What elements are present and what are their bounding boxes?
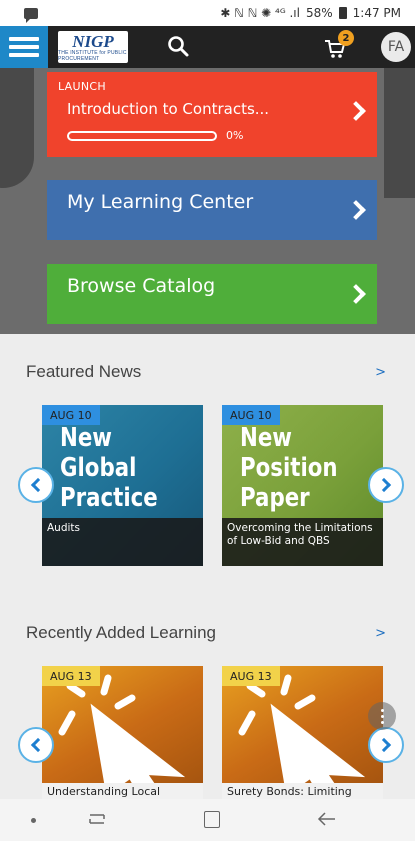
user-avatar[interactable]: FA [381, 32, 411, 62]
course-progress-bar [67, 131, 217, 141]
news-card[interactable]: AUG 10 New Global Practice Audits [42, 405, 203, 566]
chevron-left-icon [30, 477, 46, 493]
clock: 1:47 PM [352, 6, 401, 20]
course-title: Introduction to Contracts... [67, 100, 270, 118]
learning-caption: Understanding Local [42, 783, 203, 799]
news-caption: Audits [42, 518, 203, 566]
status-right: ✱ ℕ ℕ ✺ ⁴ᴳ .ıl 58% 1:47 PM [220, 6, 401, 20]
chevron-left-icon [30, 737, 46, 753]
learning-date-badge: AUG 13 [222, 666, 280, 686]
browse-catalog-tile[interactable]: Browse Catalog [47, 264, 377, 324]
dot-icon [380, 708, 384, 712]
news-image-line: Paper [240, 483, 310, 513]
news-image-line: Position [240, 453, 338, 483]
search-button[interactable] [166, 34, 190, 58]
chevron-right-icon [376, 737, 392, 753]
system-nav-bar [0, 799, 415, 841]
battery-icon [338, 7, 347, 19]
chevron-right-icon [346, 200, 366, 220]
recently-added-more-link[interactable]: > [375, 626, 386, 641]
cart-count-badge: 2 [338, 30, 354, 46]
dot-icon [380, 720, 384, 724]
home-icon[interactable] [204, 811, 220, 828]
hero-banner: LAUNCH Introduction to Contracts... 0% M… [0, 68, 415, 334]
learning-card[interactable]: AUG 13 Understanding Local [42, 666, 203, 799]
app-header: NIGP THE INSTITUTE for PUBLIC PROCUREMEN… [0, 26, 415, 68]
news-prev-button[interactable] [18, 467, 54, 503]
recent-apps-icon[interactable] [88, 810, 106, 828]
news-image-line: New [60, 423, 113, 453]
hamburger-icon-line [9, 53, 39, 57]
news-image-line: Global [60, 453, 137, 483]
course-progress-label: 0% [226, 129, 244, 142]
news-image-text: New Global Practice [60, 423, 158, 513]
learning-date-badge: AUG 13 [42, 666, 100, 686]
launch-label: LAUNCH [58, 80, 106, 93]
learning-caption: Surety Bonds: Limiting Risk [222, 783, 383, 799]
featured-news-more-link[interactable]: > [375, 365, 386, 380]
message-notification-icon [24, 7, 38, 23]
launch-course-tile[interactable]: LAUNCH Introduction to Contracts... 0% [47, 72, 377, 157]
learning-card[interactable]: AUG 13 Surety Bonds: Limiting Risk [222, 666, 383, 799]
my-learning-center-tile[interactable]: My Learning Center [47, 180, 377, 240]
recently-added-title: Recently Added Learning [26, 623, 216, 642]
nav-dot-icon[interactable] [31, 818, 36, 823]
status-left [24, 7, 38, 23]
search-icon [168, 36, 189, 57]
chevron-right-icon [376, 477, 392, 493]
news-date-badge: AUG 10 [42, 405, 100, 425]
cart-button[interactable]: 2 [324, 30, 354, 60]
recently-added-header: Recently Added Learning > [26, 623, 386, 643]
news-image-line: New [240, 423, 293, 453]
news-next-button[interactable] [368, 467, 404, 503]
hamburger-icon-line [9, 45, 39, 49]
news-card[interactable]: AUG 10 New Position Paper Overcoming the… [222, 405, 383, 566]
news-image-line: Practice [60, 483, 158, 513]
more-options-icon[interactable] [368, 702, 396, 730]
nigp-logo[interactable]: NIGP THE INSTITUTE for PUBLIC PROCUREMEN… [58, 31, 128, 63]
browse-catalog-label: Browse Catalog [67, 275, 216, 297]
logo-subtitle: THE INSTITUTE for PUBLIC PROCUREMENT [58, 49, 127, 62]
battery-percent: 58% [305, 6, 333, 20]
back-icon[interactable] [317, 810, 337, 828]
hamburger-icon [9, 37, 39, 41]
news-date-badge: AUG 10 [222, 405, 280, 425]
chevron-right-icon [346, 101, 366, 121]
news-image-text: New Position Paper [240, 423, 338, 513]
chevron-right-icon [346, 284, 366, 304]
logo-mark: NIGP [72, 31, 114, 51]
status-icons: ✱ ℕ ℕ ✺ ⁴ᴳ .ıl [220, 6, 300, 20]
learning-next-button[interactable] [368, 727, 404, 763]
my-learning-center-label: My Learning Center [67, 191, 254, 213]
featured-news-header: Featured News > [26, 362, 386, 382]
news-caption: Overcoming the Limitations of Low-Bid an… [222, 518, 383, 566]
status-bar: ✱ ℕ ℕ ✺ ⁴ᴳ .ıl 58% 1:47 PM [0, 0, 415, 26]
dot-icon [380, 714, 384, 718]
learning-prev-button[interactable] [18, 727, 54, 763]
featured-news-title: Featured News [26, 362, 142, 381]
menu-button[interactable] [0, 26, 48, 68]
